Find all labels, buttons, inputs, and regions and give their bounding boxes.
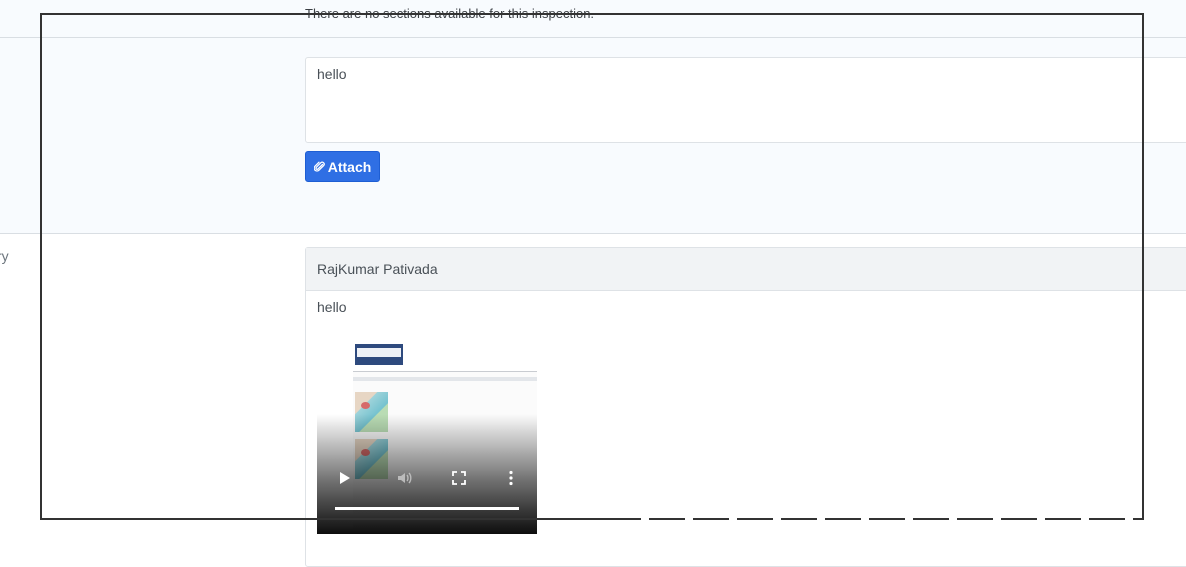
attach-button[interactable]: Attach (305, 151, 380, 182)
more-options-icon[interactable] (503, 470, 519, 486)
comment-history-card: RajKumar Pativada hello (305, 247, 1186, 567)
volume-icon[interactable] (396, 470, 412, 486)
paperclip-icon (313, 161, 325, 172)
video-attachment[interactable] (317, 340, 537, 534)
comment-textarea[interactable]: hello (305, 57, 1186, 143)
video-progress-bar[interactable] (335, 507, 519, 510)
section-label-truncated: ry (0, 248, 9, 264)
video-thumbnail-header (355, 344, 403, 365)
top-strip: There are no sections available for this… (0, 0, 1186, 38)
no-sections-message: There are no sections available for this… (305, 6, 595, 21)
attach-button-label: Attach (327, 158, 372, 175)
video-progress-fill (335, 507, 519, 510)
fullscreen-icon[interactable] (451, 470, 467, 486)
comment-message: hello (317, 299, 347, 315)
comment-author: RajKumar Pativada (306, 248, 1186, 291)
play-icon[interactable] (336, 470, 352, 486)
comment-form: hello Attach (0, 38, 1186, 234)
